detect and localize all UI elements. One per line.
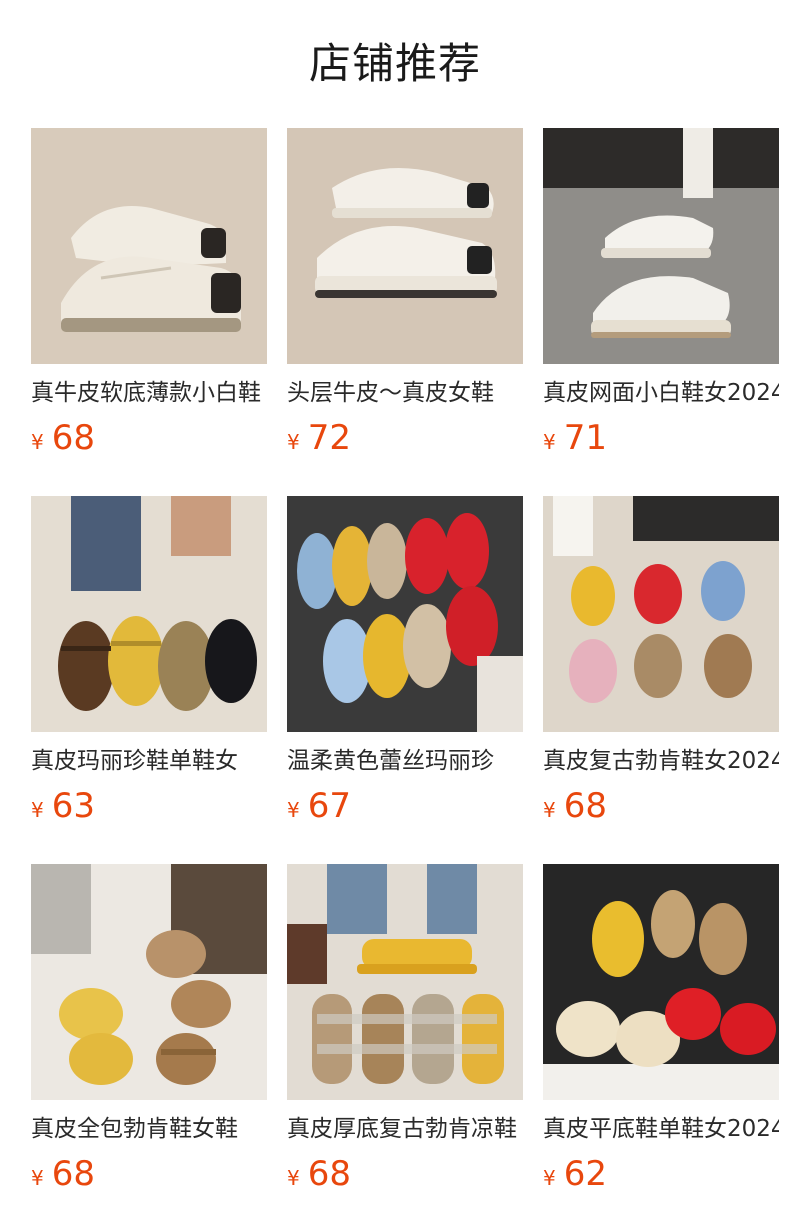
price-amount: 72 [307, 418, 351, 458]
price-amount: 67 [307, 786, 351, 826]
product-card[interactable]: 真皮玛丽珍鞋单鞋女 ¥63 [31, 496, 267, 864]
currency-symbol: ¥ [287, 430, 300, 454]
product-price: ¥68 [543, 782, 607, 830]
page-title: 店铺推荐 [308, 39, 481, 88]
product-card[interactable]: 真皮全包勃肯鞋女鞋 ¥68 [31, 864, 267, 1232]
product-name: 真皮复古勃肯鞋女2024 [543, 748, 779, 774]
product-card[interactable]: 真牛皮软底薄款小白鞋 ¥68 [31, 128, 267, 496]
product-card[interactable]: 真皮复古勃肯鞋女2024 ¥68 [543, 496, 779, 864]
currency-symbol: ¥ [31, 798, 44, 822]
product-grid: 真牛皮软底薄款小白鞋 ¥68 头层牛皮～真皮女鞋 ¥ 72 真皮网面小白鞋女20… [31, 128, 779, 1232]
product-price: ¥68 [31, 414, 95, 462]
currency-symbol: ¥ [543, 798, 556, 822]
suede-clogs-icon [31, 864, 267, 1100]
product-card[interactable]: 真皮网面小白鞋女2024 ¥71 [543, 128, 779, 496]
currency-symbol: ¥ [31, 1166, 44, 1190]
price-amount: 68 [51, 1154, 95, 1194]
product-name: 温柔黄色蕾丝玛丽珍 [287, 748, 494, 774]
product-price: ¥62 [543, 1150, 607, 1198]
product-card[interactable]: 真皮平底鞋单鞋女2024 ¥62 [543, 864, 779, 1232]
product-card[interactable]: 头层牛皮～真皮女鞋 ¥72 [287, 128, 523, 496]
price-amount: 68 [51, 418, 95, 458]
product-card[interactable]: 真皮厚底复古勃肯凉鞋 ¥68 [287, 864, 523, 1232]
currency-symbol: ¥ [287, 798, 300, 822]
product-card[interactable]: 温柔黄色蕾丝玛丽珍 ¥67 [287, 496, 523, 864]
mesh-sneaker-on-foot-icon [543, 128, 779, 364]
price-amount: 62 [563, 1154, 607, 1194]
product-price: ¥71 [543, 414, 607, 462]
product-name: 真皮平底鞋单鞋女2024 [543, 1116, 779, 1142]
product-name: 头层牛皮～真皮女鞋 [287, 380, 494, 406]
product-price: ¥68 [31, 1150, 95, 1198]
store-recommendations-page: 店铺推荐 真牛皮软底薄款小白鞋 ¥68 头层牛皮～真皮女鞋 ¥ 72 真皮网面小… [0, 0, 790, 1232]
bow-ballet-flats-icon [543, 864, 779, 1100]
currency-symbol: ¥ [543, 430, 556, 454]
mary-jane-flats-icon [31, 496, 267, 732]
price-amount: 68 [563, 786, 607, 826]
suede-mary-jane-icon [543, 496, 779, 732]
product-name: 真牛皮软底薄款小白鞋 [31, 380, 261, 406]
product-name: 真皮网面小白鞋女2024 [543, 380, 779, 406]
beige-sneakers-icon [31, 128, 267, 364]
product-price: ¥63 [31, 782, 95, 830]
product-price: ¥67 [287, 782, 351, 830]
product-name: 真皮玛丽珍鞋单鞋女 [31, 748, 238, 774]
currency-symbol: ¥ [31, 430, 44, 454]
price-amount: 63 [51, 786, 95, 826]
white-platform-sneakers-icon [287, 128, 523, 364]
price-amount: 68 [307, 1154, 351, 1194]
product-price: ¥72 [287, 414, 351, 462]
currency-symbol: ¥ [287, 1166, 300, 1190]
price-amount: 71 [563, 418, 607, 458]
lace-mary-jane-icon [287, 496, 523, 732]
product-name: 真皮厚底复古勃肯凉鞋 [287, 1116, 517, 1142]
product-name: 真皮全包勃肯鞋女鞋 [31, 1116, 238, 1142]
product-price: ¥68 [287, 1150, 351, 1198]
buckle-sandals-icon [287, 864, 523, 1100]
currency-symbol: ¥ [543, 1166, 556, 1190]
